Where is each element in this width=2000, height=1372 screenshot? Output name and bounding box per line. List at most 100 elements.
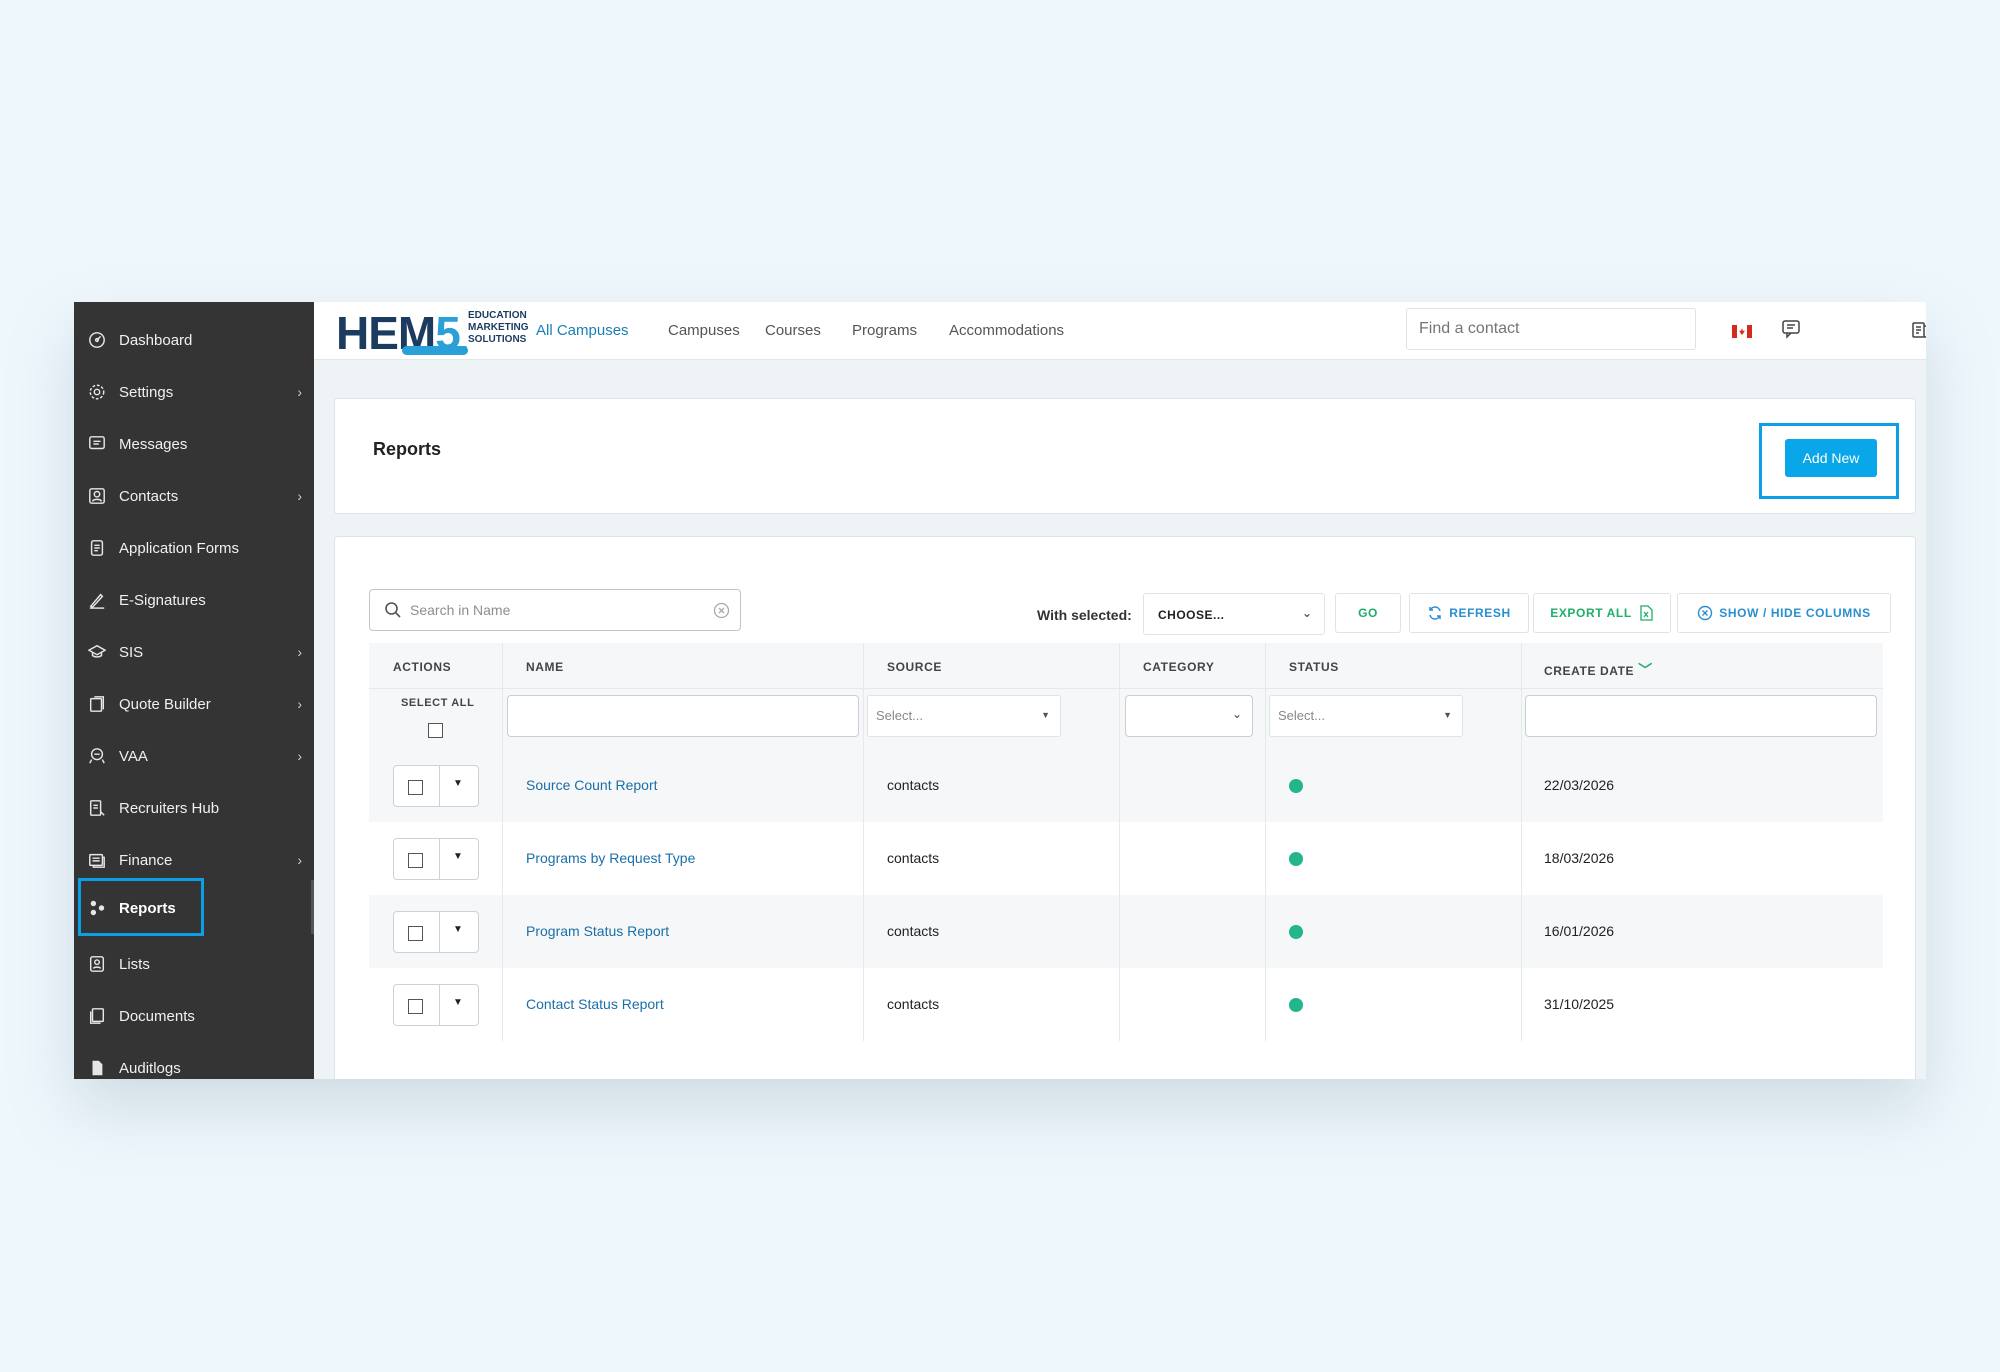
chevron-right-icon: › xyxy=(297,644,302,660)
row-actions[interactable]: ▼ xyxy=(393,911,479,953)
page-header-card: Reports Add New xyxy=(334,398,1916,514)
report-date: 31/10/2025 xyxy=(1544,996,1615,1012)
caret-down-icon: ▼ xyxy=(1041,710,1050,720)
row-checkbox[interactable] xyxy=(408,853,423,868)
column-divider xyxy=(502,643,503,1041)
export-all-button[interactable]: EXPORT ALL xyxy=(1533,593,1671,633)
row-checkbox[interactable] xyxy=(408,926,423,941)
sidebar-item-recruiters-hub[interactable]: Recruiters Hub xyxy=(74,782,314,834)
top-navbar: HEM5 EDUCATION MARKETING SOLUTIONS YEARS… xyxy=(314,302,1926,360)
sidebar-item-label: Dashboard xyxy=(119,331,193,349)
sidebar-item-vaa[interactable]: VAA › xyxy=(74,730,314,782)
clear-icon[interactable] xyxy=(713,602,730,619)
row-actions[interactable]: ▼ xyxy=(393,765,479,807)
page-title: Reports xyxy=(373,439,442,459)
row-checkbox[interactable] xyxy=(408,780,423,795)
sidebar-item-label: Quote Builder xyxy=(119,695,211,713)
message-icon xyxy=(88,435,106,453)
reports-table-card: Search in Name With selected: CHOOSE... … xyxy=(334,536,1916,1079)
select-all-checkbox[interactable] xyxy=(428,723,443,738)
caret-down-icon[interactable]: ▼ xyxy=(453,778,463,789)
report-date: 18/03/2026 xyxy=(1544,850,1615,866)
nav-accommodations[interactable]: Accommodations xyxy=(949,322,1064,339)
sidebar-item-label: E-Signatures xyxy=(119,591,206,609)
signature-icon xyxy=(88,591,106,609)
status-dot xyxy=(1289,852,1303,866)
column-divider xyxy=(1265,643,1266,1041)
status-filter-select[interactable]: Select... ▼ xyxy=(1269,695,1463,737)
sidebar-item-quote-builder[interactable]: Quote Builder › xyxy=(74,678,314,730)
name-filter-input[interactable] xyxy=(507,695,859,737)
notifications-icon[interactable] xyxy=(1910,318,1926,340)
chevron-right-icon: › xyxy=(297,488,302,504)
chat-icon[interactable] xyxy=(1780,318,1802,340)
sidebar-item-application-forms[interactable]: Application Forms xyxy=(74,522,314,574)
sidebar-item-documents[interactable]: Documents xyxy=(74,990,314,1042)
status-dot xyxy=(1289,779,1303,793)
row-actions[interactable]: ▼ xyxy=(393,984,479,1026)
canada-flag-icon[interactable] xyxy=(1732,325,1752,338)
caret-down-icon[interactable]: ▼ xyxy=(453,997,463,1008)
header-name[interactable]: NAME xyxy=(526,660,564,674)
report-name-link[interactable]: Contact Status Report xyxy=(526,996,664,1012)
column-divider xyxy=(1119,643,1120,1041)
graduation-cap-icon xyxy=(87,643,107,661)
caret-down-icon[interactable]: ▼ xyxy=(453,924,463,935)
header-source[interactable]: SOURCE xyxy=(887,660,942,674)
row-actions[interactable]: ▼ xyxy=(393,838,479,880)
sidebar-item-label: Application Forms xyxy=(119,539,240,557)
contact-icon xyxy=(88,487,106,505)
add-new-button[interactable]: Add New xyxy=(1785,439,1877,477)
caret-down-icon[interactable]: ▼ xyxy=(453,851,463,862)
quote-icon xyxy=(88,695,106,713)
sidebar-item-label: Documents xyxy=(119,1007,195,1025)
sidebar-item-messages[interactable]: Messages xyxy=(74,418,314,470)
bulk-action-select[interactable]: CHOOSE... ⌄ xyxy=(1143,593,1325,635)
sidebar-item-contacts[interactable]: Contacts › xyxy=(74,470,314,522)
finance-icon xyxy=(88,851,106,869)
table-row: ▼ Source Count Report contacts 22/03/202… xyxy=(369,749,1883,822)
search-name-input[interactable]: Search in Name xyxy=(369,589,741,631)
nav-programs[interactable]: Programs xyxy=(852,322,917,339)
report-name-link[interactable]: Programs by Request Type xyxy=(526,850,695,866)
sidebar-item-label: Lists xyxy=(119,955,150,973)
header-create-date[interactable]: CREATE DATE ﹀ xyxy=(1544,660,1653,680)
sidebar-item-label: Contacts xyxy=(119,487,179,505)
sidebar-item-e-signatures[interactable]: E-Signatures xyxy=(74,574,314,626)
header-status[interactable]: STATUS xyxy=(1289,660,1339,674)
sidebar-item-label: Recruiters Hub xyxy=(119,799,220,817)
logo[interactable]: HEM5 EDUCATION MARKETING SOLUTIONS YEARS xyxy=(336,306,536,359)
report-source: contacts xyxy=(887,850,940,866)
nav-courses[interactable]: Courses xyxy=(765,322,821,339)
sidebar-item-label: Auditlogs xyxy=(119,1059,181,1077)
sidebar-item-lists[interactable]: Lists xyxy=(74,938,314,990)
nav-all-campuses[interactable]: All Campuses xyxy=(536,322,629,339)
close-circle-icon xyxy=(1698,605,1713,621)
go-button[interactable]: GO xyxy=(1335,593,1401,633)
sidebar-item-label: VAA xyxy=(119,747,148,765)
header-category[interactable]: CATEGORY xyxy=(1143,660,1214,674)
status-dot xyxy=(1289,925,1303,939)
sidebar-item-settings[interactable]: Settings › xyxy=(74,366,314,418)
sidebar-item-label: Finance xyxy=(119,851,173,869)
column-divider xyxy=(1521,643,1522,1041)
report-name-link[interactable]: Source Count Report xyxy=(526,777,658,793)
show-hide-columns-button[interactable]: SHOW / HIDE COLUMNS xyxy=(1677,593,1891,633)
gear-icon xyxy=(88,383,106,401)
nav-campuses[interactable]: Campuses xyxy=(668,322,740,339)
sidebar-item-auditlogs[interactable]: Auditlogs xyxy=(74,1042,314,1079)
column-divider xyxy=(863,643,864,1041)
list-icon xyxy=(88,955,106,973)
row-checkbox[interactable] xyxy=(408,999,423,1014)
refresh-button[interactable]: REFRESH xyxy=(1409,593,1529,633)
date-filter-input[interactable] xyxy=(1525,695,1877,737)
category-filter-select[interactable]: ⌄ xyxy=(1125,695,1253,737)
recruiter-icon xyxy=(88,799,106,817)
sidebar-item-dashboard[interactable]: Dashboard xyxy=(74,314,314,366)
report-date: 22/03/2026 xyxy=(1544,777,1615,793)
report-name-link[interactable]: Program Status Report xyxy=(526,923,669,939)
report-source: contacts xyxy=(887,996,940,1012)
sidebar-item-sis[interactable]: SIS › xyxy=(74,626,314,678)
find-contact-input[interactable] xyxy=(1406,308,1696,350)
source-filter-select[interactable]: Select... ▼ xyxy=(867,695,1061,737)
